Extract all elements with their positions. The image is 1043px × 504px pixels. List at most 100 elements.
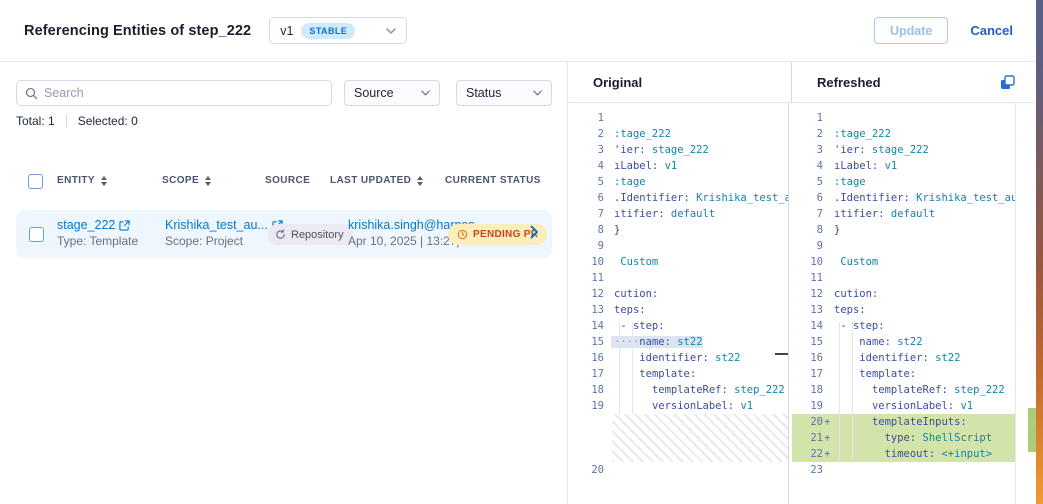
code-text: cution:	[611, 288, 658, 300]
row-checkbox[interactable]	[29, 227, 44, 242]
indent-guide	[839, 322, 840, 462]
chevron-right-icon[interactable]	[530, 225, 539, 239]
version-selector[interactable]: v1 STABLE	[269, 17, 407, 44]
refreshed-header: Refreshed	[792, 62, 1043, 102]
entities-panel: Source Status Total: 1 Selected: 0 ENTIT…	[0, 62, 568, 504]
external-link-icon[interactable]	[119, 220, 130, 231]
sort-icon[interactable]	[101, 176, 107, 186]
line-number: 14	[570, 320, 604, 332]
code-text: .Identifier: Krishika_test_aut	[611, 192, 789, 204]
line-number: 13	[792, 304, 823, 316]
line-number: 19	[570, 400, 604, 412]
column-last-updated[interactable]: LAST UPDATED	[330, 175, 423, 186]
line-number: 11	[792, 272, 823, 284]
code-text: templateInputs:	[830, 416, 967, 428]
code-line: 4 ıLabel: v1	[570, 158, 788, 174]
code-line: 21+ type: ShellScript	[792, 430, 1015, 446]
divider	[66, 114, 67, 128]
code-text: ıLabel: v1	[611, 160, 677, 172]
diff-header-band: Original Refreshed	[568, 62, 1043, 103]
diff-sash-handle[interactable]	[775, 353, 788, 355]
status-filter-dropdown[interactable]: Status	[456, 80, 552, 106]
code-line: 11	[570, 270, 788, 286]
line-number: 8	[792, 224, 823, 236]
column-scope[interactable]: SCOPE	[162, 175, 211, 186]
table-row[interactable]: stage_222 Type: Template Krishika_test_a…	[16, 210, 552, 258]
line-number: 6	[792, 192, 823, 204]
refreshed-title: Refreshed	[817, 75, 881, 90]
code-line: 11	[792, 270, 1015, 286]
refreshed-editor[interactable]: 12 :tage_222 3'ier: stage_2224ıLabel: v15:…	[792, 103, 1015, 504]
code-line: 5:tage	[792, 174, 1015, 190]
code-line: 14 - step:	[792, 318, 1015, 334]
code-text: ····name: st22	[611, 336, 703, 348]
code-line: 1	[792, 110, 1015, 126]
overview-scrollbar[interactable]	[1015, 103, 1036, 504]
cancel-button[interactable]: Cancel	[970, 23, 1013, 38]
sort-icon[interactable]	[205, 176, 211, 186]
line-number: 4	[570, 160, 604, 172]
sort-icon[interactable]	[417, 176, 423, 186]
search-icon	[25, 87, 38, 100]
line-number: 23	[792, 464, 823, 476]
code-line: 2 :tage_222	[570, 126, 788, 142]
repository-icon	[275, 229, 286, 240]
version-value: v1	[280, 24, 293, 38]
code-line: 19 versionLabel: v1	[570, 398, 788, 414]
line-number: 8	[570, 224, 604, 236]
chevron-down-icon	[421, 90, 430, 96]
code-line: 10 Custom	[570, 254, 788, 270]
original-header: Original	[568, 62, 792, 102]
code-line: 20	[570, 462, 788, 478]
line-number: 10	[792, 256, 823, 268]
line-number: 6	[570, 192, 604, 204]
added-line-plus: +	[823, 416, 830, 428]
line-number: 13	[570, 304, 604, 316]
line-number: 7	[570, 208, 604, 220]
selection-summary: Total: 1 Selected: 0	[16, 114, 138, 128]
added-line-plus: +	[823, 448, 830, 460]
scope-link[interactable]: Krishika_test_au...	[165, 218, 283, 232]
source-badge: Repository	[268, 224, 353, 245]
update-button[interactable]: Update	[874, 17, 948, 44]
code-line: 3'ier: stage_222	[792, 142, 1015, 158]
code-text: :tage_222	[611, 128, 671, 140]
line-number: 12	[792, 288, 823, 300]
background-page-edge	[1036, 0, 1043, 504]
total-count: Total: 1	[16, 114, 55, 128]
code-line: 18 templateRef: step_222	[570, 382, 788, 398]
column-entity[interactable]: ENTITY	[57, 175, 107, 186]
added-line-plus: +	[823, 432, 830, 444]
select-all-checkbox[interactable]	[28, 174, 43, 189]
line-number: 3	[570, 144, 604, 156]
code-line: 13teps:	[570, 302, 788, 318]
line-number: 3	[792, 144, 823, 156]
source-filter-dropdown[interactable]: Source	[344, 80, 440, 106]
search-box[interactable]	[16, 80, 332, 106]
line-number: 2	[570, 128, 604, 140]
code-line: 6 .Identifier: Krishika_test_aut	[570, 190, 788, 206]
entity-cell: stage_222 Type: Template	[57, 218, 138, 248]
copy-icon[interactable]	[999, 74, 1016, 91]
code-line: 9	[570, 238, 788, 254]
code-line: 16 identifier: st22	[570, 350, 788, 366]
code-text: :tage_222	[830, 128, 891, 140]
code-text: Custom	[611, 256, 658, 268]
code-line: 6.Identifier: Krishika_test_aut	[792, 190, 1015, 206]
code-line: 3'ier: stage_222	[570, 142, 788, 158]
code-line: 20+ templateInputs:	[792, 414, 1015, 430]
yaml-diff-panel: Original Refreshed 12:tage_2223'ier: sta…	[568, 62, 1043, 504]
code-text: timeout: <+input>	[830, 448, 992, 460]
code-line: 4ıLabel: v1	[792, 158, 1015, 174]
code-line: 10 Custom	[792, 254, 1015, 270]
column-source: SOURCE	[265, 175, 310, 186]
line-number: 7	[792, 208, 823, 220]
status-filter-label: Status	[466, 86, 501, 100]
code-line: 13teps:	[792, 302, 1015, 318]
code-line: 8}	[792, 222, 1015, 238]
original-editor[interactable]: 12:tage_2223'ier: stage_2224ıLabel: v15:…	[570, 103, 789, 504]
entity-link[interactable]: stage_222	[57, 218, 138, 232]
line-number: 18	[792, 384, 823, 396]
page-title: Referencing Entities of step_222	[24, 23, 251, 39]
search-input[interactable]	[44, 86, 323, 100]
